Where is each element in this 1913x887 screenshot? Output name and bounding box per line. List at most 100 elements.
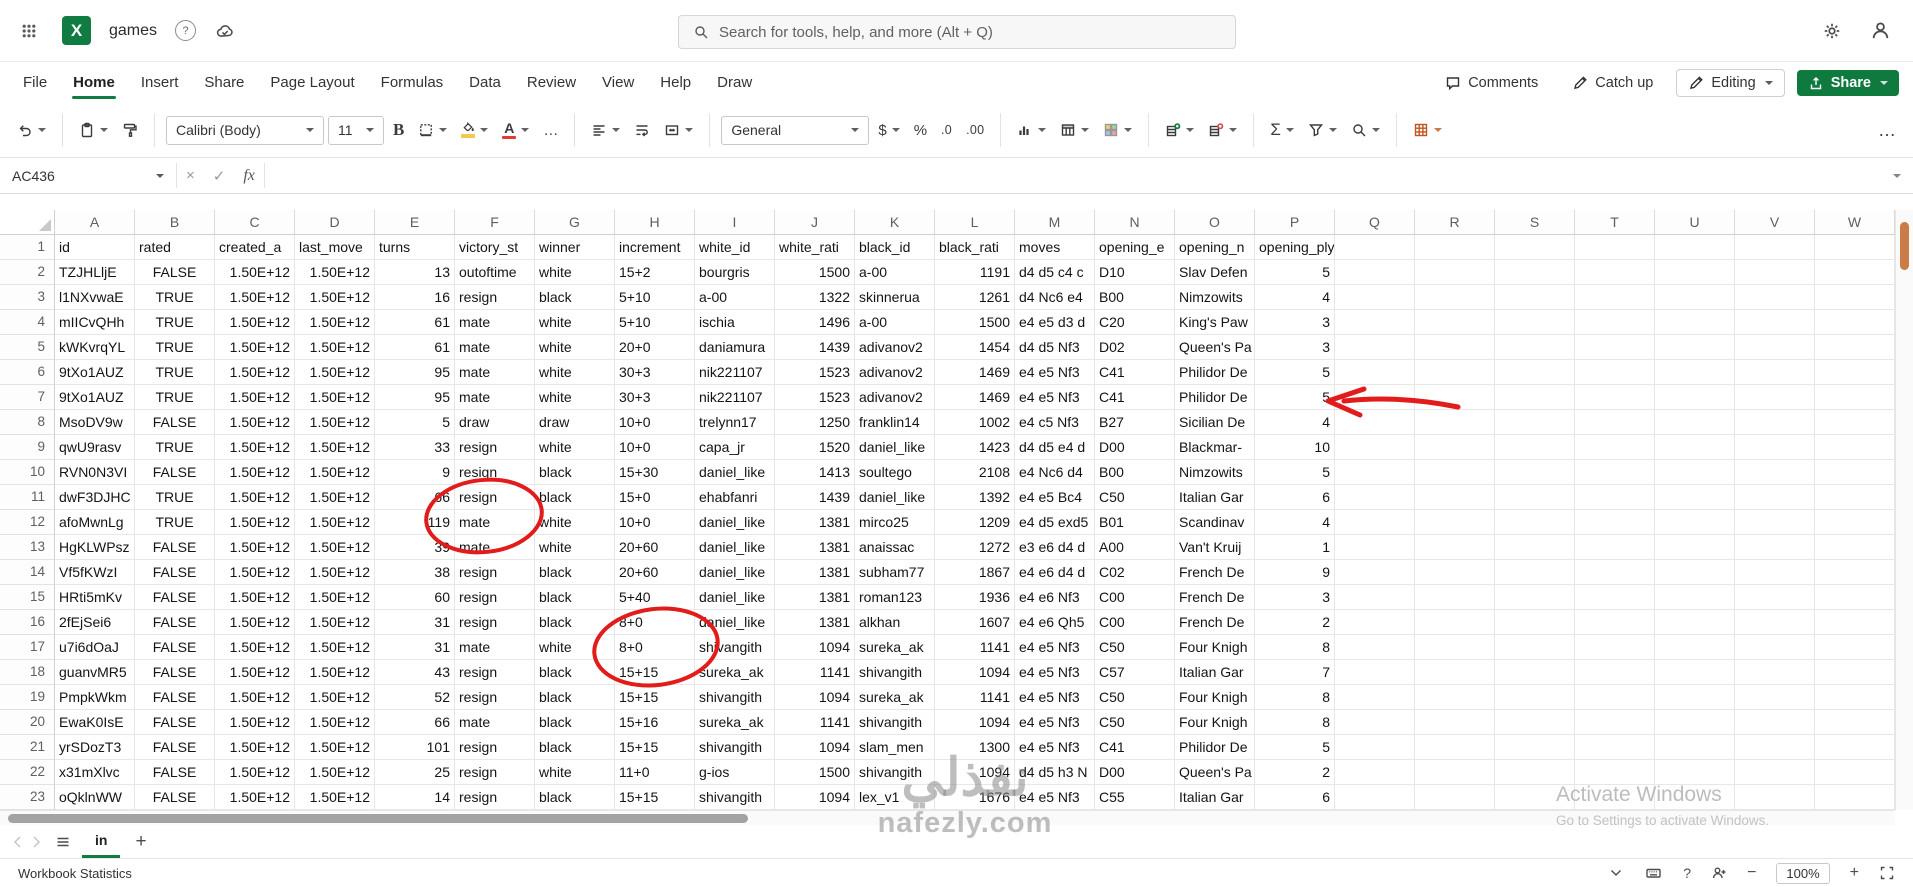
cell-M4[interactable]: e4 e5 d3 d — [1015, 310, 1095, 335]
cell-G8[interactable]: draw — [535, 410, 615, 435]
cell-P7[interactable]: 5 — [1255, 385, 1335, 410]
cell-P6[interactable]: 5 — [1255, 360, 1335, 385]
cell-M10[interactable]: e4 Nc6 d4 — [1015, 460, 1095, 485]
cell-O1[interactable]: opening_n — [1175, 235, 1255, 260]
chevron-down-icon[interactable] — [1608, 865, 1624, 881]
cell-G22[interactable]: white — [535, 760, 615, 785]
cell-S3[interactable] — [1495, 285, 1575, 310]
add-sheet-button[interactable]: + — [126, 831, 155, 853]
cell-Q22[interactable] — [1335, 760, 1415, 785]
cell-N11[interactable]: C50 — [1095, 485, 1175, 510]
cell-J9[interactable]: 1520 — [775, 435, 855, 460]
cell-B3[interactable]: TRUE — [135, 285, 215, 310]
cell-C6[interactable]: 1.50E+12 — [215, 360, 295, 385]
cell-D20[interactable]: 1.50E+12 — [295, 710, 375, 735]
cell-Q11[interactable] — [1335, 485, 1415, 510]
cell-K21[interactable]: slam_men — [855, 735, 935, 760]
cell-T12[interactable] — [1575, 510, 1655, 535]
cell-N7[interactable]: C41 — [1095, 385, 1175, 410]
cell-B1[interactable]: rated — [135, 235, 215, 260]
cell-C11[interactable]: 1.50E+12 — [215, 485, 295, 510]
cell-G3[interactable]: black — [535, 285, 615, 310]
cell-T20[interactable] — [1575, 710, 1655, 735]
cell-I15[interactable]: daniel_like — [695, 585, 775, 610]
cell-E13[interactable]: 39 — [375, 535, 455, 560]
cell-W17[interactable] — [1815, 635, 1895, 660]
cell-F21[interactable]: resign — [455, 735, 535, 760]
cell-F20[interactable]: mate — [455, 710, 535, 735]
row-header-17[interactable]: 17 — [0, 635, 55, 660]
menu-home[interactable]: Home — [60, 62, 128, 103]
cell-I19[interactable]: shivangith — [695, 685, 775, 710]
cell-R14[interactable] — [1415, 560, 1495, 585]
cell-T23[interactable] — [1575, 785, 1655, 810]
cell-W2[interactable] — [1815, 260, 1895, 285]
cell-E17[interactable]: 31 — [375, 635, 455, 660]
cell-L16[interactable]: 1607 — [935, 610, 1015, 635]
cell-V8[interactable] — [1735, 410, 1815, 435]
cell-R21[interactable] — [1415, 735, 1495, 760]
sort-filter-button[interactable] — [1303, 116, 1342, 144]
cell-M5[interactable]: d4 d5 Nf3 — [1015, 335, 1095, 360]
cell-A19[interactable]: PmpkWkm — [55, 685, 135, 710]
cell-M19[interactable]: e4 e5 Nf3 — [1015, 685, 1095, 710]
paste-button[interactable] — [74, 116, 113, 144]
column-header-E[interactable]: E — [375, 210, 455, 235]
cell-A1[interactable]: id — [55, 235, 135, 260]
cell-W11[interactable] — [1815, 485, 1895, 510]
column-header-L[interactable]: L — [935, 210, 1015, 235]
cell-O17[interactable]: Four Knigh — [1175, 635, 1255, 660]
merge-cells-button[interactable] — [659, 116, 698, 144]
cell-E15[interactable]: 60 — [375, 585, 455, 610]
column-header-B[interactable]: B — [135, 210, 215, 235]
cell-J20[interactable]: 1141 — [775, 710, 855, 735]
cell-O12[interactable]: Scandinav — [1175, 510, 1255, 535]
cell-F22[interactable]: resign — [455, 760, 535, 785]
cell-D3[interactable]: 1.50E+12 — [295, 285, 375, 310]
cell-W19[interactable] — [1815, 685, 1895, 710]
select-all-corner[interactable] — [0, 210, 55, 235]
column-header-H[interactable]: H — [615, 210, 695, 235]
cell-U4[interactable] — [1655, 310, 1735, 335]
cell-A22[interactable]: x31mXlvc — [55, 760, 135, 785]
cell-E11[interactable]: 66 — [375, 485, 455, 510]
format-painter-button[interactable] — [117, 116, 143, 144]
cell-K13[interactable]: anaissac — [855, 535, 935, 560]
cell-U17[interactable] — [1655, 635, 1735, 660]
cell-R5[interactable] — [1415, 335, 1495, 360]
cell-U16[interactable] — [1655, 610, 1735, 635]
cell-H6[interactable]: 30+3 — [615, 360, 695, 385]
cell-T4[interactable] — [1575, 310, 1655, 335]
column-header-C[interactable]: C — [215, 210, 295, 235]
cell-L20[interactable]: 1094 — [935, 710, 1015, 735]
cell-P22[interactable]: 2 — [1255, 760, 1335, 785]
cell-W8[interactable] — [1815, 410, 1895, 435]
cell-J1[interactable]: white_rati — [775, 235, 855, 260]
cell-R11[interactable] — [1415, 485, 1495, 510]
cell-Q14[interactable] — [1335, 560, 1415, 585]
font-color-button[interactable]: A — [497, 115, 534, 146]
cell-D15[interactable]: 1.50E+12 — [295, 585, 375, 610]
cell-R1[interactable] — [1415, 235, 1495, 260]
cell-D16[interactable]: 1.50E+12 — [295, 610, 375, 635]
row-header-10[interactable]: 10 — [0, 460, 55, 485]
cell-P5[interactable]: 3 — [1255, 335, 1335, 360]
cell-L9[interactable]: 1423 — [935, 435, 1015, 460]
keyboard-icon[interactable] — [1644, 865, 1663, 881]
cell-P10[interactable]: 5 — [1255, 460, 1335, 485]
cell-C7[interactable]: 1.50E+12 — [215, 385, 295, 410]
account-person-icon[interactable] — [1870, 20, 1891, 41]
cell-E10[interactable]: 9 — [375, 460, 455, 485]
cell-L15[interactable]: 1936 — [935, 585, 1015, 610]
insert-function-button[interactable]: fx — [234, 158, 264, 193]
cell-Q21[interactable] — [1335, 735, 1415, 760]
cell-I22[interactable]: g-ios — [695, 760, 775, 785]
cell-A17[interactable]: u7i6dOaJ — [55, 635, 135, 660]
cell-G13[interactable]: white — [535, 535, 615, 560]
column-header-N[interactable]: N — [1095, 210, 1175, 235]
switch-ribbon-button[interactable] — [1408, 116, 1447, 144]
cell-L7[interactable]: 1469 — [935, 385, 1015, 410]
cell-E9[interactable]: 33 — [375, 435, 455, 460]
cell-Q23[interactable] — [1335, 785, 1415, 810]
cell-L23[interactable]: 1676 — [935, 785, 1015, 810]
